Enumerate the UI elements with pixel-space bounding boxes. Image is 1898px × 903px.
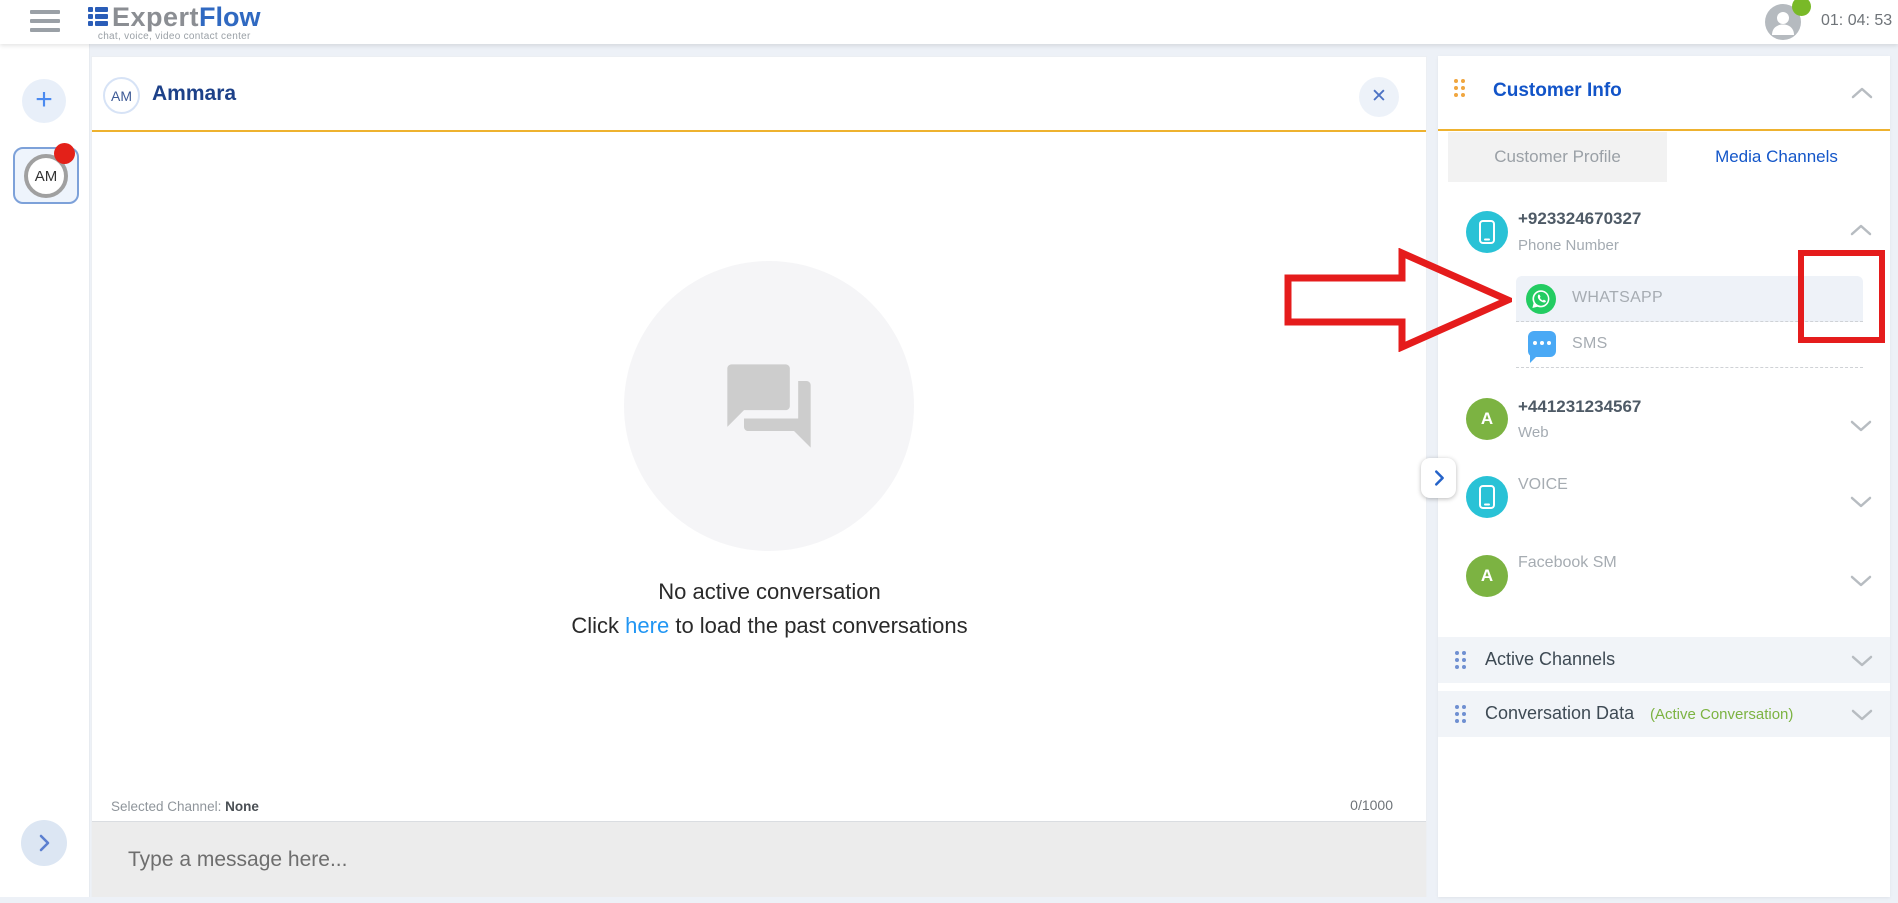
avatar-a-icon: A [1466, 398, 1508, 440]
section-title: Active Channels [1485, 649, 1615, 670]
chevron-down-icon[interactable] [1849, 420, 1873, 433]
chevron-down-icon[interactable] [1850, 655, 1874, 668]
whatsapp-icon [1526, 284, 1556, 319]
identity-label: VOICE [1518, 476, 1568, 494]
phone-channel-icon [1466, 211, 1508, 253]
top-bar: ExpertFlow chat, voice, video contact ce… [0, 0, 1898, 44]
annotation-highlight-box [1798, 250, 1885, 343]
customer-info-tabs: Customer Profile Media Channels [1448, 132, 1886, 182]
app-window: ExpertFlow chat, voice, video contact ce… [0, 0, 1898, 903]
section-title: Conversation Data [1485, 703, 1634, 724]
customer-info-panel: Customer Info Customer Profile Media Cha… [1438, 56, 1890, 897]
load-conversations-link[interactable]: here [625, 613, 669, 638]
message-composer [92, 822, 1426, 897]
phone-channel-icon [1466, 476, 1508, 518]
tab-customer-profile[interactable]: Customer Profile [1448, 132, 1667, 182]
chevron-right-icon [33, 832, 55, 854]
conversation-rail: + AM [0, 44, 90, 897]
selected-channel-value: None [225, 799, 259, 814]
empty-state-subtitle: Click here to load the past conversation… [92, 613, 1447, 639]
active-conversation-badge: (Active Conversation) [1650, 706, 1793, 723]
new-chat-button[interactable]: + [22, 79, 66, 123]
unread-notification-dot [54, 143, 75, 164]
chat-bubbles-icon [719, 356, 819, 456]
selected-channel: Selected Channel: None [111, 799, 259, 814]
hamburger-menu-icon[interactable] [30, 10, 60, 34]
logo-text-expert: Expert [112, 2, 199, 33]
chat-status-bar: Selected Channel: None 0/1000 [92, 791, 1426, 822]
chat-header: AM Ammara ✕ [92, 57, 1426, 132]
identity-type: Web [1518, 424, 1549, 441]
drag-handle-icon[interactable] [1455, 705, 1466, 723]
expertflow-logo: ExpertFlow chat, voice, video contact ce… [88, 2, 261, 42]
customer-info-title: Customer Info [1493, 80, 1622, 102]
presence-indicator [1792, 0, 1811, 16]
chevron-up-icon[interactable] [1850, 86, 1874, 99]
empty-state-circle [624, 261, 914, 551]
tab-media-channels[interactable]: Media Channels [1667, 132, 1886, 182]
chevron-right-icon [1429, 468, 1449, 488]
identity-number: +441231234567 [1518, 397, 1641, 417]
identity-number: +923324670327 [1518, 209, 1641, 229]
logo-tagline: chat, voice, video contact center [88, 31, 261, 42]
chevron-down-icon[interactable] [1850, 709, 1874, 722]
sms-icon [1528, 331, 1556, 357]
chevron-up-icon[interactable] [1849, 223, 1873, 236]
selected-channel-label: Selected Channel: [111, 799, 221, 814]
session-timer: 01: 04: 53 [1821, 12, 1892, 30]
channel-name: SMS [1572, 335, 1608, 353]
contact-name: Ammara [152, 82, 236, 106]
empty-state-title: No active conversation [92, 579, 1447, 605]
subtitle-suffix: to load the past conversations [675, 613, 967, 638]
channel-name: WHATSAPP [1572, 289, 1663, 307]
empty-conversation-area: No active conversation Click here to loa… [92, 134, 1426, 799]
section-active-channels[interactable]: Active Channels [1438, 637, 1890, 683]
chevron-down-icon[interactable] [1849, 575, 1873, 588]
message-input[interactable] [128, 822, 1388, 897]
chat-list-item-ammara[interactable]: AM [13, 147, 79, 204]
drag-handle-icon[interactable] [1455, 651, 1466, 669]
section-conversation-data[interactable]: Conversation Data (Active Conversation) [1438, 691, 1890, 737]
close-chat-button[interactable]: ✕ [1359, 77, 1399, 117]
chat-panel: AM Ammara ✕ No active conversation Click… [91, 56, 1427, 897]
logo-dots-icon [88, 7, 108, 28]
drag-handle-icon[interactable] [1454, 79, 1465, 97]
avatar-a-icon: A [1466, 555, 1508, 597]
rail-expand-button[interactable] [21, 820, 67, 866]
char-counter: 0/1000 [1350, 797, 1393, 813]
expand-panel-button[interactable] [1421, 458, 1456, 498]
close-icon: ✕ [1371, 86, 1387, 107]
logo-text-flow: Flow [199, 2, 261, 33]
customer-info-header[interactable]: Customer Info [1438, 56, 1890, 131]
chevron-down-icon[interactable] [1849, 496, 1873, 509]
identity-label: Facebook SM [1518, 554, 1617, 572]
subtitle-prefix: Click [571, 613, 619, 638]
identity-type: Phone Number [1518, 237, 1619, 254]
contact-avatar: AM [103, 77, 140, 114]
